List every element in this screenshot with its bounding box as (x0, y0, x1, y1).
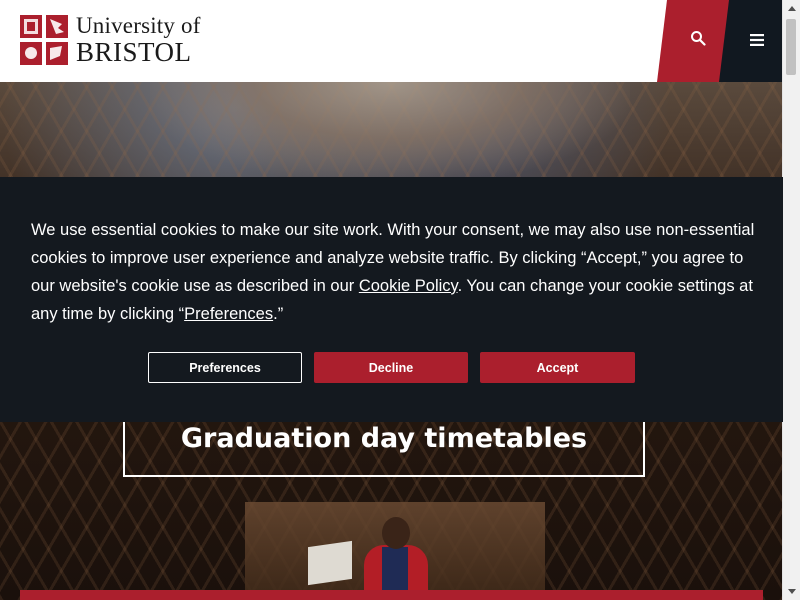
search-button[interactable] (657, 0, 731, 82)
timetable-title: Graduation day timetables (180, 423, 588, 454)
scroll-down-arrow-icon[interactable] (783, 583, 800, 600)
hero-red-bar (20, 590, 763, 600)
site-header: University of BRISTOL (0, 0, 783, 82)
scroll-up-arrow-icon[interactable] (783, 0, 800, 17)
logo-text: University of BRISTOL (76, 14, 201, 66)
search-icon (690, 30, 706, 46)
cookie-policy-link[interactable]: Cookie Policy (359, 277, 458, 295)
cookie-text-part-3: .” (273, 305, 284, 323)
hero-graduate-figure (360, 517, 430, 600)
preferences-button[interactable]: Preferences (148, 352, 302, 383)
decline-button[interactable]: Decline (314, 352, 468, 383)
logo-line-2: BRISTOL (76, 37, 192, 67)
accept-button[interactable]: Accept (480, 352, 635, 383)
logo-line-1: University of (76, 13, 201, 38)
hero-vault-graphic (150, 82, 630, 182)
preferences-link[interactable]: Preferences (184, 305, 273, 323)
cookie-consent-banner: We use essential cookies to make our sit… (0, 177, 783, 422)
menu-button[interactable] (719, 0, 783, 82)
hamburger-menu-icon (750, 34, 764, 46)
hero-book-graphic (308, 540, 352, 586)
scrollbar-thumb[interactable] (786, 19, 796, 75)
university-logo[interactable]: University of BRISTOL (18, 10, 208, 70)
cookie-message: We use essential cookies to make our sit… (31, 216, 756, 328)
vertical-scrollbar[interactable] (782, 0, 800, 600)
crest-icon (20, 15, 68, 65)
